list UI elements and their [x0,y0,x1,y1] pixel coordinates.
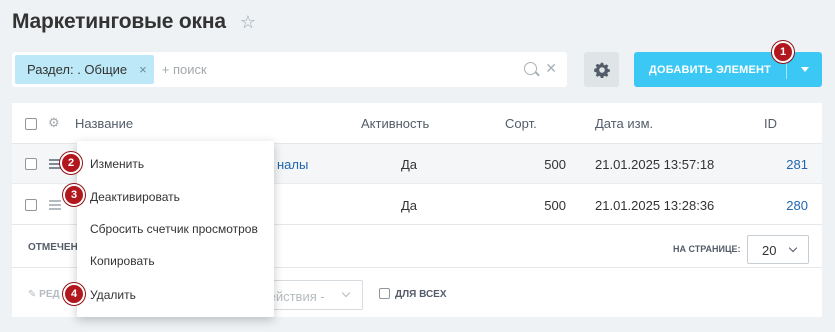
per-page-label: НА СТРАНИЦЕ: [673,244,741,254]
table-header: ⚙ Название Активность Сорт. Дата изм. ID [12,103,822,144]
step-badge-3: 3 [63,184,85,206]
col-date[interactable]: Дата изм. [595,116,653,131]
gear-icon [593,62,610,78]
add-element-label: ДОБАВИТЬ ЭЛЕМЕНТ [648,63,772,76]
row-id[interactable]: 281 [752,157,808,172]
chip-close-icon[interactable]: × [139,62,147,77]
edit-label: РЕД [39,289,60,300]
selected-count-label: ОТМЕЧЕН [28,242,78,253]
row-id[interactable]: 280 [752,198,808,213]
row-sort: 500 [544,157,566,172]
step-badge-1: 1 [772,41,794,63]
row-name-link[interactable]: налы [277,157,308,172]
row-active: Да [401,198,418,213]
chevron-down-icon [341,288,351,298]
row-active: Да [401,157,418,172]
clear-icon[interactable]: ✕ [545,60,557,77]
page-title-wrap: Маркетинговые окна ☆ [12,10,256,34]
per-page-select[interactable]: 20 [747,235,809,264]
row-sort: 500 [544,198,566,213]
gear-icon[interactable]: ⚙ [48,115,60,131]
col-sort[interactable]: Сорт. [505,116,537,131]
col-name[interactable]: Название [75,116,133,131]
filter-chip[interactable]: Раздел: . Общие × [15,55,154,84]
menu-item-reset-counter[interactable]: Сбросить счетчик просмотров [90,222,258,236]
row-menu-icon[interactable] [49,200,61,212]
menu-item-edit[interactable]: Изменить [90,157,144,171]
row-checkbox[interactable] [25,158,37,170]
context-menu: Изменить Деактивировать Сбросить счетчик… [77,141,274,317]
step-badge-2: 2 [60,152,82,174]
add-dropdown-toggle[interactable] [787,67,822,72]
menu-item-delete[interactable]: Удалить [90,288,136,302]
col-id[interactable]: ID [764,116,777,131]
row-date: 21.01.2025 13:28:36 [595,198,715,213]
settings-button[interactable] [584,52,619,87]
filter-search-bar[interactable]: Раздел: . Общие × + поиск ✕ [12,52,567,87]
edit-button[interactable]: ✎ РЕД [28,289,60,300]
per-page-value: 20 [762,243,777,258]
for-all-label: ДЛЯ ВСЕХ [395,289,447,300]
page-title: Маркетинговые окна [12,10,226,33]
step-badge-4: 4 [63,283,85,305]
select-all-checkbox[interactable] [25,118,37,130]
col-active[interactable]: Активность [361,116,429,131]
menu-item-deactivate[interactable]: Деактивировать [90,190,180,204]
search-input[interactable]: + поиск [162,62,561,77]
add-element-button[interactable]: ДОБАВИТЬ ЭЛЕМЕНТ [634,52,822,87]
for-all-checkbox[interactable] [379,288,390,299]
chevron-down-icon [800,67,809,72]
row-date: 21.01.2025 13:57:18 [595,157,715,172]
chevron-down-icon [788,243,798,253]
menu-item-copy[interactable]: Копировать [90,254,155,268]
filter-chip-label: Раздел: . Общие [27,62,128,77]
row-checkbox[interactable] [25,199,37,211]
search-icon[interactable] [524,62,537,75]
star-icon[interactable]: ☆ [240,12,256,33]
